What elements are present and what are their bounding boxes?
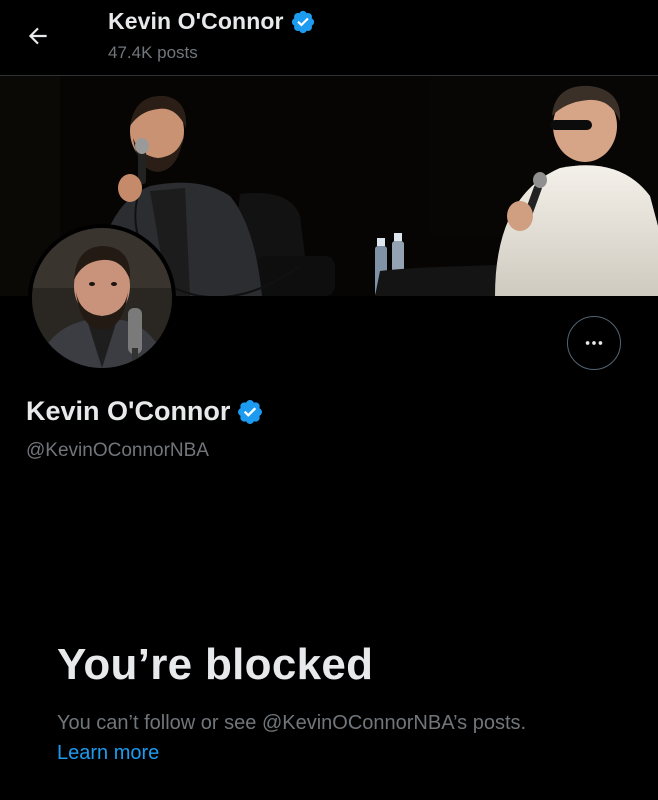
blocked-message: You can’t follow or see @KevinOConnorNBA… — [57, 712, 527, 734]
verified-badge-icon — [291, 10, 314, 33]
profile-header: Kevin O'Connor 47.4K posts — [0, 0, 658, 76]
blocked-title: You’re blocked — [57, 640, 374, 689]
profile-name-row: Kevin O'Connor — [26, 396, 264, 427]
profile-avatar[interactable] — [28, 224, 176, 372]
more-horizontal-icon — [585, 341, 603, 345]
more-options-button[interactable] — [567, 316, 621, 370]
avatar-photo — [32, 228, 172, 368]
verified-badge-icon[interactable] — [236, 398, 264, 426]
header-title-row: Kevin O'Connor — [108, 8, 316, 35]
back-button[interactable] — [20, 18, 56, 54]
profile-name: Kevin O'Connor — [26, 396, 231, 426]
arrow-left-icon — [28, 27, 47, 45]
learn-more-link[interactable]: Learn more — [57, 742, 159, 765]
header-name: Kevin O'Connor — [108, 8, 284, 34]
profile-handle: @KevinOConnorNBA — [26, 440, 209, 461]
header-post-count: 47.4K posts — [108, 43, 198, 62]
